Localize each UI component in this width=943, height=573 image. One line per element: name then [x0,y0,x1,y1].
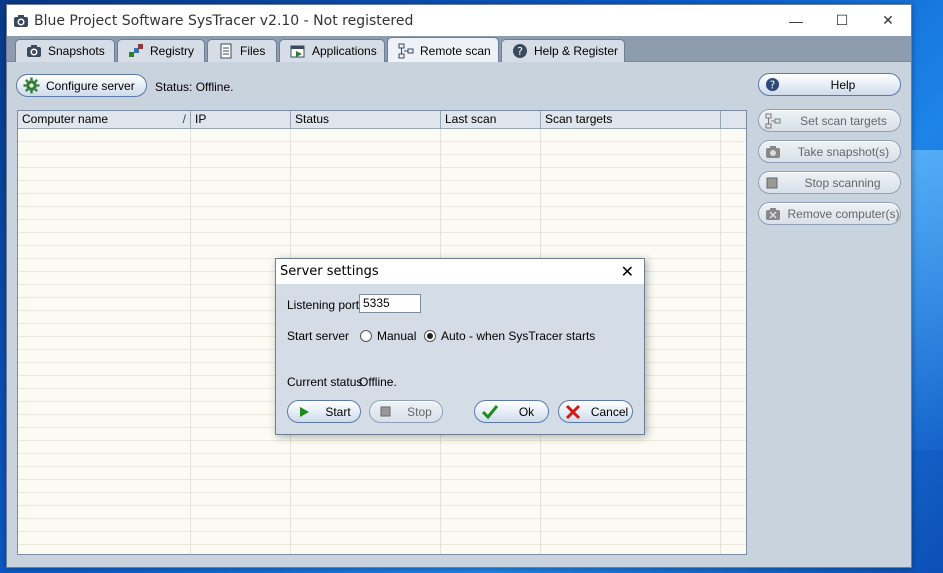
radio-auto-dot [424,330,436,342]
dialog-title-bar: Server settings ✕ [276,259,644,284]
tab-label: Remote scan [420,43,491,58]
take-snapshot-button[interactable]: Take snapshot(s) [758,140,901,163]
dialog-close-button[interactable]: ✕ [621,262,634,281]
dialog-body: Listening port 5335 Start server Manual … [276,284,644,434]
network-icon [765,113,781,128]
title-bar: Blue Project Software SysTracer v2.10 - … [7,5,911,36]
help-icon: ? [513,44,527,58]
listening-port-label: Listening port [287,298,360,312]
camera-icon [27,45,41,57]
set-scan-targets-button[interactable]: Set scan targets [758,109,901,132]
set-scan-targets-label: Set scan targets [800,113,887,128]
start-server-label: Start server [287,329,350,343]
cancel-button-label: Cancel [590,404,629,419]
stop-scanning-label: Stop scanning [804,175,881,190]
radio-auto-label: Auto - when SysTracer starts [441,329,596,343]
camera-icon [14,14,28,27]
camera-icon [766,145,780,158]
help-button[interactable]: ? Help [758,73,901,96]
tab-bar: Snapshots Registry Files Applications Re… [7,36,911,63]
checkmark-icon [481,404,499,419]
minimize-button[interactable]: — [773,5,819,36]
remove-computer-button[interactable]: Remove computer(s) [758,202,901,225]
tab-label: Applications [312,44,377,58]
server-status-text: Status: Offline. [155,80,234,94]
tab-applications[interactable]: Applications [279,39,385,62]
configure-server-label: Configure server [46,78,135,93]
column-header-ip[interactable]: IP [191,111,291,128]
column-header-computer-name[interactable]: Computer name / [18,111,191,128]
start-button[interactable]: Start [287,400,361,423]
current-status-label: Current status [287,375,363,389]
tab-registry[interactable]: Registry [117,39,205,62]
cancel-x-icon [565,404,581,419]
play-icon [300,406,309,417]
tab-snapshots[interactable]: Snapshots [15,39,115,62]
column-header-label: Computer name [22,112,109,126]
gear-icon [23,77,40,94]
remote-scan-panel: Configure server Status: Offline. Comput… [7,62,911,567]
column-divider [720,129,721,554]
radio-manual-dot [360,330,372,342]
stop-icon [766,177,778,188]
column-divider [190,129,191,554]
tab-remote-scan[interactable]: Remote scan [387,37,499,63]
window-title: Blue Project Software SysTracer v2.10 - … [34,12,414,29]
applications-icon [290,45,305,58]
stop-icon [380,406,391,417]
column-header-filler [721,111,746,128]
svg-text:?: ? [517,45,523,58]
dialog-title: Server settings [280,264,379,279]
take-snapshot-label: Take snapshot(s) [797,144,890,159]
table-header: Computer name / IP Status Last scan Scan… [18,111,746,129]
close-button[interactable]: ✕ [865,5,911,36]
stop-button-label: Stop [407,404,432,419]
tab-label: Registry [150,44,195,58]
svg-text:?: ? [770,79,775,91]
sort-indicator-icon: / [182,112,186,126]
maximize-button[interactable]: ☐ [819,5,865,36]
remove-computer-label: Remove computer(s) [787,206,900,221]
radio-auto[interactable]: Auto - when SysTracer starts [424,329,595,343]
help-button-label: Help [830,77,856,92]
registry-icon [129,44,143,57]
column-header-status[interactable]: Status [291,111,441,128]
files-icon [220,43,232,59]
tab-label: Snapshots [48,44,105,58]
tab-label: Help & Register [534,44,619,58]
stop-button[interactable]: Stop [369,400,443,423]
current-status-value: Offline. [359,375,397,389]
remove-camera-icon [766,207,780,220]
listening-port-input[interactable]: 5335 [359,294,421,313]
configure-server-button[interactable]: Configure server [16,74,147,97]
column-header-last-scan[interactable]: Last scan [441,111,541,128]
app-window: Blue Project Software SysTracer v2.10 - … [6,4,912,568]
start-button-label: Start [325,404,351,419]
help-icon: ? [765,77,780,91]
server-settings-dialog: Server settings ✕ Listening port 5335 St… [275,258,645,435]
network-icon [398,43,414,58]
tab-help-register[interactable]: ? Help & Register [501,39,625,62]
radio-manual-label: Manual [377,329,417,343]
stop-scanning-button[interactable]: Stop scanning [758,171,901,194]
tab-files[interactable]: Files [207,39,277,62]
radio-manual[interactable]: Manual [360,329,416,343]
tab-label: Files [240,44,266,58]
cancel-button[interactable]: Cancel [558,400,633,423]
ok-button-label: Ok [518,404,535,419]
column-header-scan-targets[interactable]: Scan targets [541,111,721,128]
ok-button[interactable]: Ok [474,400,549,423]
